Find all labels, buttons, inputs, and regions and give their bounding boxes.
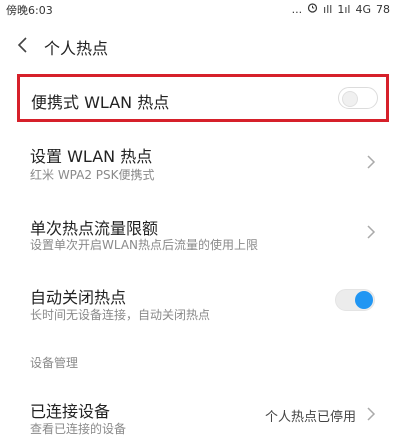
portable-hotspot-label: 便携式 WLAN 热点 xyxy=(31,93,170,112)
auto-close-subtitle: 长时间无设备连接，自动关闭热点 xyxy=(30,308,211,322)
chevron-right-icon xyxy=(366,406,376,422)
auto-close-row[interactable]: 自动关闭热点 长时间无设备连接，自动关闭热点 xyxy=(0,282,394,328)
auto-close-toggle[interactable] xyxy=(335,289,375,311)
portable-hotspot-row[interactable]: 便携式 WLAN 热点 xyxy=(17,74,389,122)
header: 个人热点 xyxy=(0,28,394,64)
battery-level: 78 xyxy=(376,2,390,16)
traffic-limit-row[interactable]: 单次热点流量限额 设置单次开启WLAN热点后流量的使用上限 xyxy=(0,212,394,258)
wlan-settings-subtitle: 红米 WPA2 PSK便携式 xyxy=(30,168,155,182)
chevron-right-icon xyxy=(366,154,376,170)
toggle-knob xyxy=(342,91,358,107)
chevron-left-icon[interactable] xyxy=(16,36,30,54)
chevron-right-icon xyxy=(366,224,376,240)
connected-devices-title: 已连接设备 xyxy=(30,402,111,421)
connected-devices-subtitle: 查看已连接的设备 xyxy=(30,422,127,436)
wlan-settings-title: 设置 WLAN 热点 xyxy=(30,147,153,166)
portable-hotspot-toggle[interactable] xyxy=(338,87,378,109)
traffic-limit-subtitle: 设置单次开启WLAN热点后流量的使用上限 xyxy=(30,238,259,252)
signal-strength-2-icon: 1ıl xyxy=(337,2,351,16)
auto-close-title: 自动关闭热点 xyxy=(30,288,127,307)
status-time: 傍晚6:03 xyxy=(6,4,53,17)
network-type: 4G xyxy=(355,2,371,16)
page-title: 个人热点 xyxy=(44,39,109,58)
toggle-knob xyxy=(355,291,373,309)
device-management-header: 设备管理 xyxy=(30,356,79,370)
more-dots-icon: ... xyxy=(291,2,303,16)
status-icons: ... ıll 1ıl 4G 78 xyxy=(292,2,390,16)
connected-devices-status: 个人热点已停用 xyxy=(264,410,356,425)
alarm-icon xyxy=(307,2,318,16)
hotspot-settings-screen: 傍晚6:03 ... ıll 1ıl 4G 78 个人热点 便携式 WLAN 热… xyxy=(0,0,394,444)
signal-strength-icon: ıll xyxy=(323,2,333,16)
status-bar: 傍晚6:03 ... ıll 1ıl 4G 78 xyxy=(0,0,394,18)
wlan-settings-row[interactable]: 设置 WLAN 热点 红米 WPA2 PSK便携式 xyxy=(0,140,394,186)
connected-devices-row[interactable]: 已连接设备 查看已连接的设备 个人热点已停用 xyxy=(0,396,394,440)
